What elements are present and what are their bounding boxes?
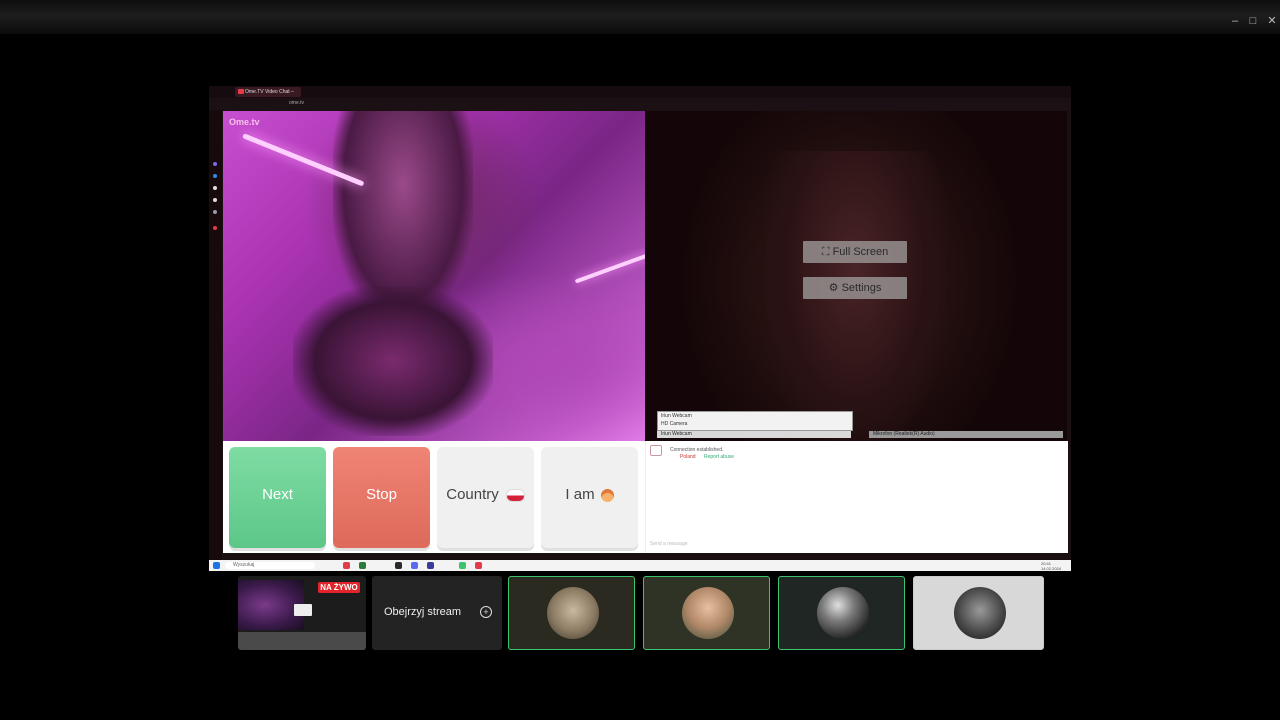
maximize-icon[interactable]: □ xyxy=(1246,14,1260,28)
avatar xyxy=(817,587,869,639)
app-taskbar-icon[interactable] xyxy=(359,562,366,569)
opera-taskbar-icon[interactable] xyxy=(343,562,350,569)
stream-thumbnail-footer xyxy=(238,632,366,650)
stop-button[interactable]: Stop xyxy=(333,447,430,548)
iam-label: I am xyxy=(565,486,595,503)
inner-url[interactable]: ome.tv xyxy=(289,100,304,106)
poland-flag-icon xyxy=(505,488,525,502)
close-icon[interactable]: ✕ xyxy=(1265,14,1279,28)
settings-button[interactable]: ⚙ Settings xyxy=(803,277,907,299)
app-taskbar-icon[interactable] xyxy=(395,562,402,569)
participant-tile[interactable] xyxy=(778,576,905,650)
avatar xyxy=(547,587,599,639)
gender-button[interactable]: I am xyxy=(541,447,638,548)
inner-taskbar: Wyszukaj 20:41 14.02.2024 xyxy=(209,560,1071,571)
self-video: ⛶ Full Screen ⚙ Settings xyxy=(645,111,1067,441)
taskbar-search-placeholder: Wyszukaj xyxy=(233,562,255,568)
discord-icon[interactable] xyxy=(213,210,217,214)
ometv-logo: Ome.tv xyxy=(229,117,260,127)
clock-date: 14.02.2024 xyxy=(1041,566,1062,571)
minimize-icon[interactable]: – xyxy=(1228,14,1242,28)
taskbar-search[interactable]: Wyszukaj xyxy=(225,562,315,569)
shared-screen: Ome.TV Video Chat – ome.tv Ome.tv ⛶ Full… xyxy=(209,86,1071,571)
chat-panel: Connection established. Poland Report ab… xyxy=(645,441,1068,553)
app-taskbar-icon[interactable] xyxy=(411,562,418,569)
stream-preview[interactable]: NA ŻYWO xyxy=(238,576,366,650)
full-screen-button[interactable]: ⛶ Full Screen xyxy=(803,241,907,263)
watch-stream-button[interactable]: Obejrzyj stream + xyxy=(372,576,502,650)
next-label: Next xyxy=(262,486,293,503)
inner-tab-bar: Ome.TV Video Chat – xyxy=(209,86,1071,98)
messenger-icon[interactable] xyxy=(213,162,217,166)
connection-status: Connection established. xyxy=(670,447,724,453)
camera-option[interactable]: Iriun Webcam xyxy=(661,413,692,419)
inner-tab[interactable]: Ome.TV Video Chat – xyxy=(235,87,301,97)
chat-controls: Next Stop Country I am Connection establ… xyxy=(223,441,1068,553)
avatar xyxy=(954,587,1006,639)
participant-tile[interactable] xyxy=(508,576,635,650)
inner-address-bar xyxy=(209,98,1071,110)
monitor-icon xyxy=(294,604,312,616)
participant-tile[interactable] xyxy=(643,576,770,650)
partner-person-2 xyxy=(293,286,493,436)
tiktok-icon[interactable] xyxy=(213,186,217,190)
microphone-selected: Mikrofon (Realtek(R) Audio) xyxy=(873,431,935,437)
neon-light xyxy=(574,252,645,284)
window-title-bar xyxy=(0,0,1280,34)
system-message-icon xyxy=(650,445,662,456)
camera-selected: Iriun Webcam xyxy=(661,431,692,437)
opera-icon[interactable] xyxy=(213,226,217,230)
microphone-select[interactable]: Mikrofon (Realtek(R) Audio) xyxy=(869,431,1063,438)
watch-stream-label: Obejrzyj stream xyxy=(384,606,462,618)
country-button[interactable]: Country xyxy=(437,447,534,548)
stop-label: Stop xyxy=(366,486,397,503)
telegram-icon[interactable] xyxy=(213,174,217,178)
taskbar-clock: 20:41 14.02.2024 xyxy=(1041,561,1061,571)
fullscreen-icon: ⛶ xyxy=(821,246,833,258)
message-input[interactable]: Send a message xyxy=(650,541,688,547)
gear-icon: ⚙ xyxy=(828,282,842,294)
partner-video: Ome.tv xyxy=(223,111,645,441)
app-taskbar-icon[interactable] xyxy=(475,562,482,569)
x-icon[interactable] xyxy=(213,198,217,202)
next-button[interactable]: Next xyxy=(229,447,326,548)
partner-country: Poland xyxy=(680,454,696,460)
camera-select[interactable]: Iriun Webcam xyxy=(657,431,851,438)
live-badge: NA ŻYWO xyxy=(318,582,360,593)
popout-icon: + xyxy=(480,606,492,618)
participant-tile[interactable] xyxy=(913,576,1044,650)
avatar xyxy=(682,587,734,639)
app-taskbar-icon[interactable] xyxy=(459,562,466,569)
inner-tab-title: Ome.TV Video Chat – xyxy=(245,89,294,95)
camera-option[interactable]: HD Camera xyxy=(661,421,687,427)
boy-icon xyxy=(600,488,614,502)
windows-start-icon[interactable] xyxy=(213,562,220,569)
country-label: Country xyxy=(446,486,499,503)
app-taskbar-icon[interactable] xyxy=(427,562,434,569)
report-abuse-link[interactable]: Report abuse xyxy=(704,454,734,460)
tab-favicon-icon xyxy=(238,89,244,94)
camera-dropdown-list[interactable]: Iriun Webcam HD Camera xyxy=(657,411,853,431)
inner-browser-sidebar xyxy=(209,110,222,560)
